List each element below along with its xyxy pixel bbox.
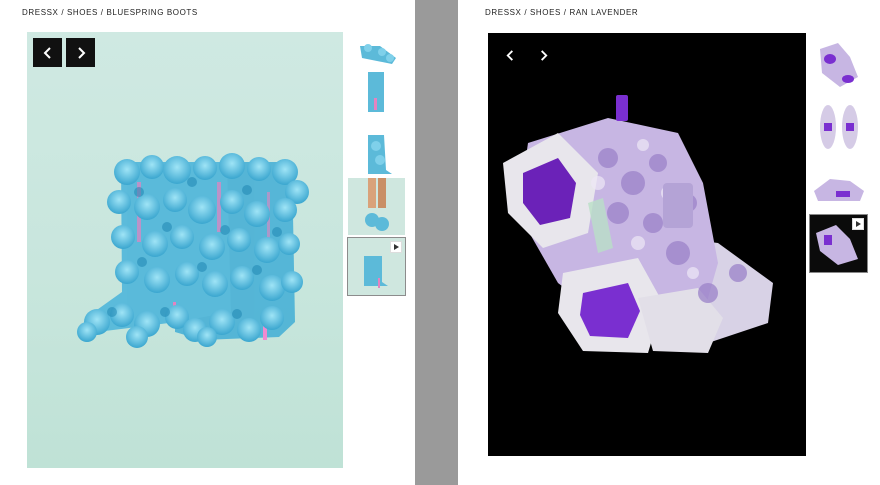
play-icon — [394, 244, 399, 250]
thumbnail[interactable] — [810, 161, 867, 218]
product-image-ran-lavender — [503, 95, 773, 353]
play-icon — [856, 221, 861, 227]
thumbnail[interactable] — [810, 99, 867, 156]
thumbnail[interactable] — [348, 68, 405, 125]
breadcrumb[interactable]: DRESSX / SHOES / BLUESPRING BOOTS — [22, 8, 198, 17]
product-image-viewer[interactable] — [27, 32, 343, 468]
product-image-viewer[interactable] — [488, 33, 806, 456]
product-image-bluespring-boots — [77, 153, 309, 348]
thumbnail-selected[interactable] — [347, 237, 406, 296]
thumbnail[interactable] — [810, 37, 867, 94]
product-page-right: DRESSX / SHOES / RAN LAVENDER — [458, 0, 880, 485]
play-badge — [390, 241, 402, 253]
breadcrumb[interactable]: DRESSX / SHOES / RAN LAVENDER — [485, 8, 638, 17]
product-page-left: DRESSX / SHOES / BLUESPRING BOOTS — [0, 0, 415, 485]
play-badge — [852, 218, 864, 230]
thumbnail-selected[interactable] — [809, 214, 868, 273]
thumbnail[interactable] — [348, 178, 405, 235]
